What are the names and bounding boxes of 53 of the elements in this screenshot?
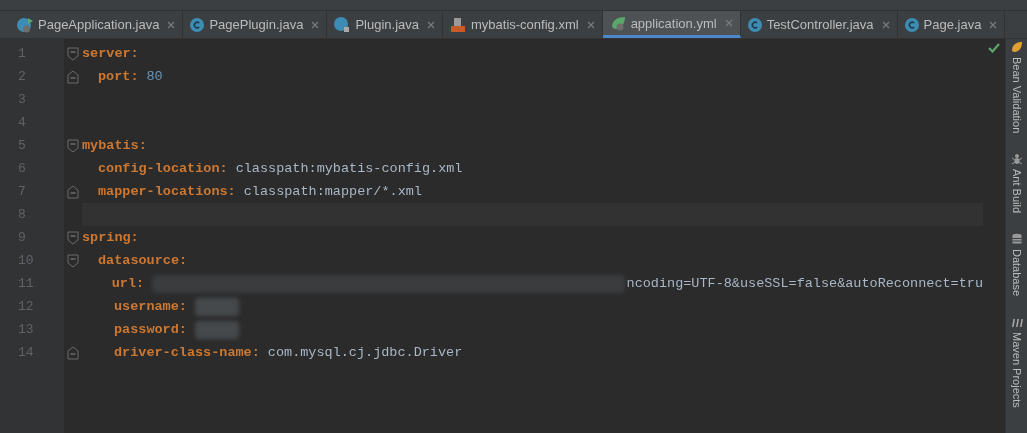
yaml-value: 80 xyxy=(146,68,163,86)
tool-window-button[interactable]: Database xyxy=(1010,249,1023,297)
redacted-blur xyxy=(194,297,239,316)
leaf-icon xyxy=(1010,41,1023,53)
redacted-blur xyxy=(194,320,239,339)
yaml-key: spring: xyxy=(82,226,139,249)
class-icon xyxy=(904,17,919,32)
yaml-key: datasource: xyxy=(98,249,188,272)
yaml-key: mapper-locations: xyxy=(98,180,236,203)
xml-file-icon xyxy=(450,16,466,33)
yaml-key: config-location: xyxy=(98,157,228,180)
leaf-icon xyxy=(609,15,626,31)
editor-tab[interactable]: application.yml xyxy=(602,11,741,38)
yaml-key: port: xyxy=(98,65,139,88)
fold-marker-icon[interactable] xyxy=(67,345,79,360)
tool-window-button[interactable]: Maven Projects xyxy=(1010,332,1023,409)
close-icon[interactable] xyxy=(427,20,435,29)
class-icon xyxy=(747,17,762,32)
editor-tab[interactable]: TestController.java xyxy=(740,11,898,38)
yaml-value: classpath:mapper/*.xml xyxy=(243,183,422,201)
yaml-key: url: xyxy=(111,272,145,295)
fold-marker-icon[interactable] xyxy=(67,46,79,61)
close-icon[interactable] xyxy=(586,20,595,29)
class-run-icon xyxy=(17,16,33,33)
close-icon[interactable] xyxy=(881,20,890,29)
fold-marker-icon[interactable] xyxy=(67,253,79,268)
editor-tab[interactable]: Plugin.java xyxy=(327,11,443,38)
yaml-key: username: xyxy=(114,295,187,318)
editor-tab[interactable]: PageApplication.java xyxy=(10,11,184,38)
yaml-key: mybatis: xyxy=(82,134,147,157)
yaml-value: ncoding=UTF-8&useSSL=false&autoReconnect=tru xyxy=(626,275,983,293)
yaml-value: classpath:mybatis-config.xml xyxy=(235,160,463,178)
fold-marker-icon[interactable] xyxy=(67,230,79,245)
close-icon[interactable] xyxy=(167,20,176,29)
yaml-value: com.mysql.cj.jdbc.Driver xyxy=(267,344,463,362)
check-icon xyxy=(988,43,1000,53)
editor-tab[interactable]: PagePlugin.java xyxy=(183,11,328,38)
yaml-key: driver-class-name: xyxy=(114,341,260,364)
close-icon[interactable] xyxy=(989,20,998,29)
editor-tab[interactable]: mybatis-config.xml xyxy=(443,11,603,38)
close-icon[interactable] xyxy=(311,20,320,29)
tool-window-button[interactable]: Ant Build xyxy=(1010,169,1023,214)
close-icon[interactable] xyxy=(724,19,733,27)
fold-marker-icon[interactable] xyxy=(67,184,79,199)
fold-marker-icon[interactable] xyxy=(67,138,79,153)
fold-marker-icon[interactable] xyxy=(67,69,79,84)
yaml-key: server: xyxy=(82,42,139,65)
ant-icon xyxy=(1010,153,1023,166)
editor-tab[interactable]: Page.java xyxy=(897,11,1006,38)
tool-window-button[interactable]: Bean Validation xyxy=(1010,57,1023,134)
database-icon xyxy=(1010,233,1023,246)
class-icon xyxy=(190,17,205,32)
yaml-key: password: xyxy=(114,318,187,341)
